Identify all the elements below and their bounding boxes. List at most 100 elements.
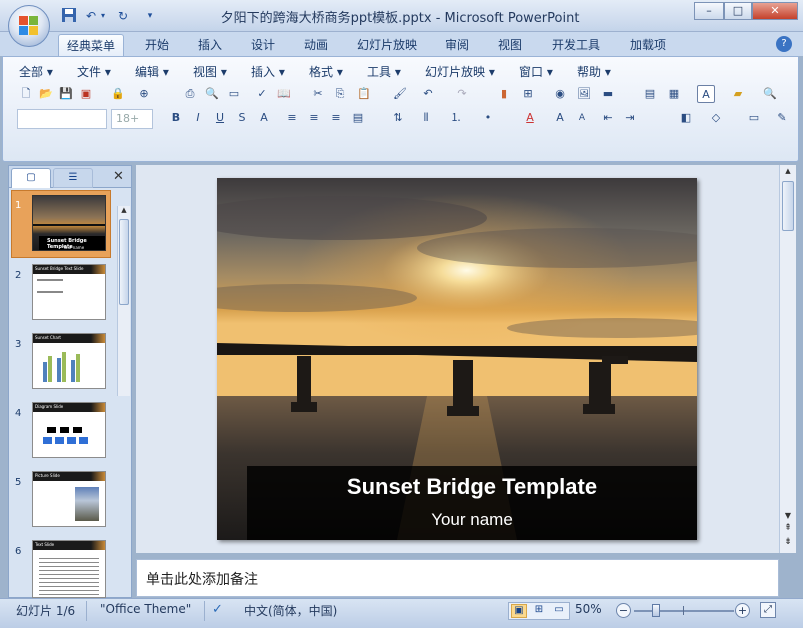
pdf-icon[interactable]: ▣ xyxy=(77,85,95,103)
paste-icon[interactable]: 📋 xyxy=(355,85,373,103)
zoom-slider-handle[interactable] xyxy=(652,604,660,617)
font-size-combo[interactable]: 18+ xyxy=(111,109,153,129)
title-placeholder[interactable]: Sunset Bridge Template Your name xyxy=(247,466,697,540)
menu-help[interactable]: 帮助 ▾ xyxy=(577,63,611,80)
tab-home[interactable]: 开始 xyxy=(137,34,177,56)
slide-thumbnail-3[interactable]: Sunset Chart xyxy=(32,333,106,389)
italic-icon[interactable]: I xyxy=(189,109,207,127)
zoom-in-icon[interactable]: + xyxy=(735,603,750,618)
new-icon[interactable]: 🗋 xyxy=(17,85,35,103)
quick-styles-icon[interactable]: ▭ xyxy=(745,109,763,127)
previous-slide-icon[interactable]: ⇞ xyxy=(782,523,794,535)
increase-indent-icon[interactable]: ⇥ xyxy=(621,109,639,127)
scroll-thumb[interactable] xyxy=(119,219,129,305)
slide-subtitle[interactable]: Your name xyxy=(247,510,697,530)
justify-icon[interactable]: ▤ xyxy=(349,109,367,127)
slide-thumbnail-1[interactable]: Sunset Bridge Template Your name xyxy=(32,195,106,251)
maximize-button[interactable]: □ xyxy=(724,2,752,20)
help-icon[interactable]: ? xyxy=(776,36,792,52)
slides-pane-scrollbar[interactable]: ▲ xyxy=(117,206,130,396)
cut-icon[interactable]: ✂ xyxy=(309,85,327,103)
slides-tab-icon[interactable]: ▢ xyxy=(11,168,51,188)
bold-icon[interactable]: B xyxy=(167,109,185,127)
tab-addins[interactable]: 加载项 xyxy=(622,34,674,56)
menu-format[interactable]: 格式 ▾ xyxy=(309,63,343,80)
open-icon[interactable]: 📂 xyxy=(37,85,55,103)
slide-thumbnail-4[interactable]: Diagram Slide xyxy=(32,402,106,458)
columns-icon[interactable]: ⫴ xyxy=(417,109,435,127)
research-icon[interactable]: 📖 xyxy=(275,85,293,103)
customize-qat-icon[interactable]: ▾ xyxy=(144,7,156,25)
slide-title[interactable]: Sunset Bridge Template xyxy=(247,474,697,500)
print-preview-icon[interactable]: 🔍 xyxy=(203,85,221,103)
table-icon[interactable]: ⊞ xyxy=(519,85,537,103)
arrange-icon[interactable]: ◧ xyxy=(677,109,695,127)
undo-icon[interactable]: ↶ xyxy=(419,85,437,103)
spelling-check-icon[interactable]: ✓ xyxy=(212,602,223,617)
close-pane-icon[interactable]: ✕ xyxy=(113,168,127,186)
outline-tab-icon[interactable]: ☰ xyxy=(53,168,93,188)
tab-review[interactable]: 审阅 xyxy=(437,34,477,56)
shapes-icon[interactable]: ◇ xyxy=(707,109,725,127)
clipart-icon[interactable]: ◉ xyxy=(551,85,569,103)
undo-dropdown-icon[interactable]: ▾ xyxy=(98,7,108,25)
layout-icon[interactable]: ▦ xyxy=(665,85,683,103)
tab-animation[interactable]: 动画 xyxy=(296,34,336,56)
text-direction-icon[interactable]: ⇅ xyxy=(389,109,407,127)
tab-developer[interactable]: 开发工具 xyxy=(544,34,608,56)
new-slide-icon[interactable]: ▤ xyxy=(641,85,659,103)
align-center-icon[interactable]: ≡ xyxy=(305,109,323,127)
slide-thumbnail-6[interactable]: Text Slide xyxy=(32,540,106,598)
tab-slideshow[interactable]: 幻灯片放映 xyxy=(350,34,424,56)
menu-window[interactable]: 窗口 ▾ xyxy=(519,63,553,80)
fit-to-window-icon[interactable]: ⤢ xyxy=(760,602,776,618)
numbering-icon[interactable]: ⒈ xyxy=(447,109,465,127)
next-slide-icon[interactable]: ⇟ xyxy=(782,537,794,549)
slide-main[interactable]: Sunset Bridge Template Your name xyxy=(217,178,697,540)
format-painter-icon[interactable]: 🖌 xyxy=(391,85,409,103)
scroll-thumb[interactable] xyxy=(782,181,794,231)
folder-icon[interactable]: ▰ xyxy=(729,85,747,103)
save-icon[interactable] xyxy=(60,7,78,25)
menu-all[interactable]: 全部 ▾ xyxy=(19,63,53,80)
menu-view[interactable]: 视图 ▾ xyxy=(193,63,227,80)
zoom-slider-track[interactable] xyxy=(634,610,734,612)
spacing-icon[interactable]: A xyxy=(255,109,273,127)
tab-design[interactable]: 设计 xyxy=(243,34,283,56)
textbox-icon[interactable]: A xyxy=(697,85,715,103)
picture-icon[interactable]: 🖼 xyxy=(575,85,593,103)
align-left-icon[interactable]: ≡ xyxy=(283,109,301,127)
align-right-icon[interactable]: ≡ xyxy=(327,109,345,127)
language-indicator[interactable]: 中文(简体，中国) xyxy=(244,602,337,619)
redo-icon[interactable]: ↻ xyxy=(114,7,132,25)
slide-thumbnail-5[interactable]: Picture Slide xyxy=(32,471,106,527)
slideshow-icon[interactable]: ▭ xyxy=(551,604,567,618)
underline-icon[interactable]: U xyxy=(211,109,229,127)
notes-pane[interactable]: 单击此处添加备注 xyxy=(136,559,779,597)
slide-scrollbar[interactable]: ▲ ▼ ⇞ ⇟ xyxy=(779,165,796,553)
decrease-indent-icon[interactable]: ⇤ xyxy=(599,109,617,127)
normal-view-icon[interactable]: ▣ xyxy=(511,604,527,618)
shape-outline-icon[interactable]: ✎ xyxy=(773,109,791,127)
shrink-font-icon[interactable]: A xyxy=(573,109,591,127)
tab-insert[interactable]: 插入 xyxy=(190,34,230,56)
spelling-icon[interactable]: ✓ xyxy=(253,85,271,103)
scroll-up-icon[interactable]: ▲ xyxy=(119,206,129,218)
shadow-icon[interactable]: S xyxy=(233,109,251,127)
slide-thumbnail-2[interactable]: Sunset Bridge Text Slide xyxy=(32,264,106,320)
grow-font-icon[interactable]: A xyxy=(551,109,569,127)
redo-icon[interactable]: ↷ xyxy=(453,85,471,103)
slide-sorter-icon[interactable]: ⊞ xyxy=(531,604,547,618)
shape-fill-icon[interactable]: ▬ xyxy=(599,85,617,103)
tab-view[interactable]: 视图 xyxy=(490,34,530,56)
minimize-button[interactable]: – xyxy=(694,2,724,20)
copy-icon[interactable]: ⎘ xyxy=(331,85,349,103)
close-button[interactable]: ✕ xyxy=(752,2,798,20)
font-color-icon[interactable]: A xyxy=(521,109,539,127)
save-icon[interactable]: 💾 xyxy=(57,85,75,103)
page-setup-icon[interactable]: ▭ xyxy=(225,85,243,103)
scroll-down-icon[interactable]: ▼ xyxy=(782,511,794,523)
zoom-level[interactable]: 50% xyxy=(575,602,602,616)
font-name-combo[interactable] xyxy=(17,109,107,129)
tab-classic-menu[interactable]: 经典菜单 xyxy=(58,34,124,56)
